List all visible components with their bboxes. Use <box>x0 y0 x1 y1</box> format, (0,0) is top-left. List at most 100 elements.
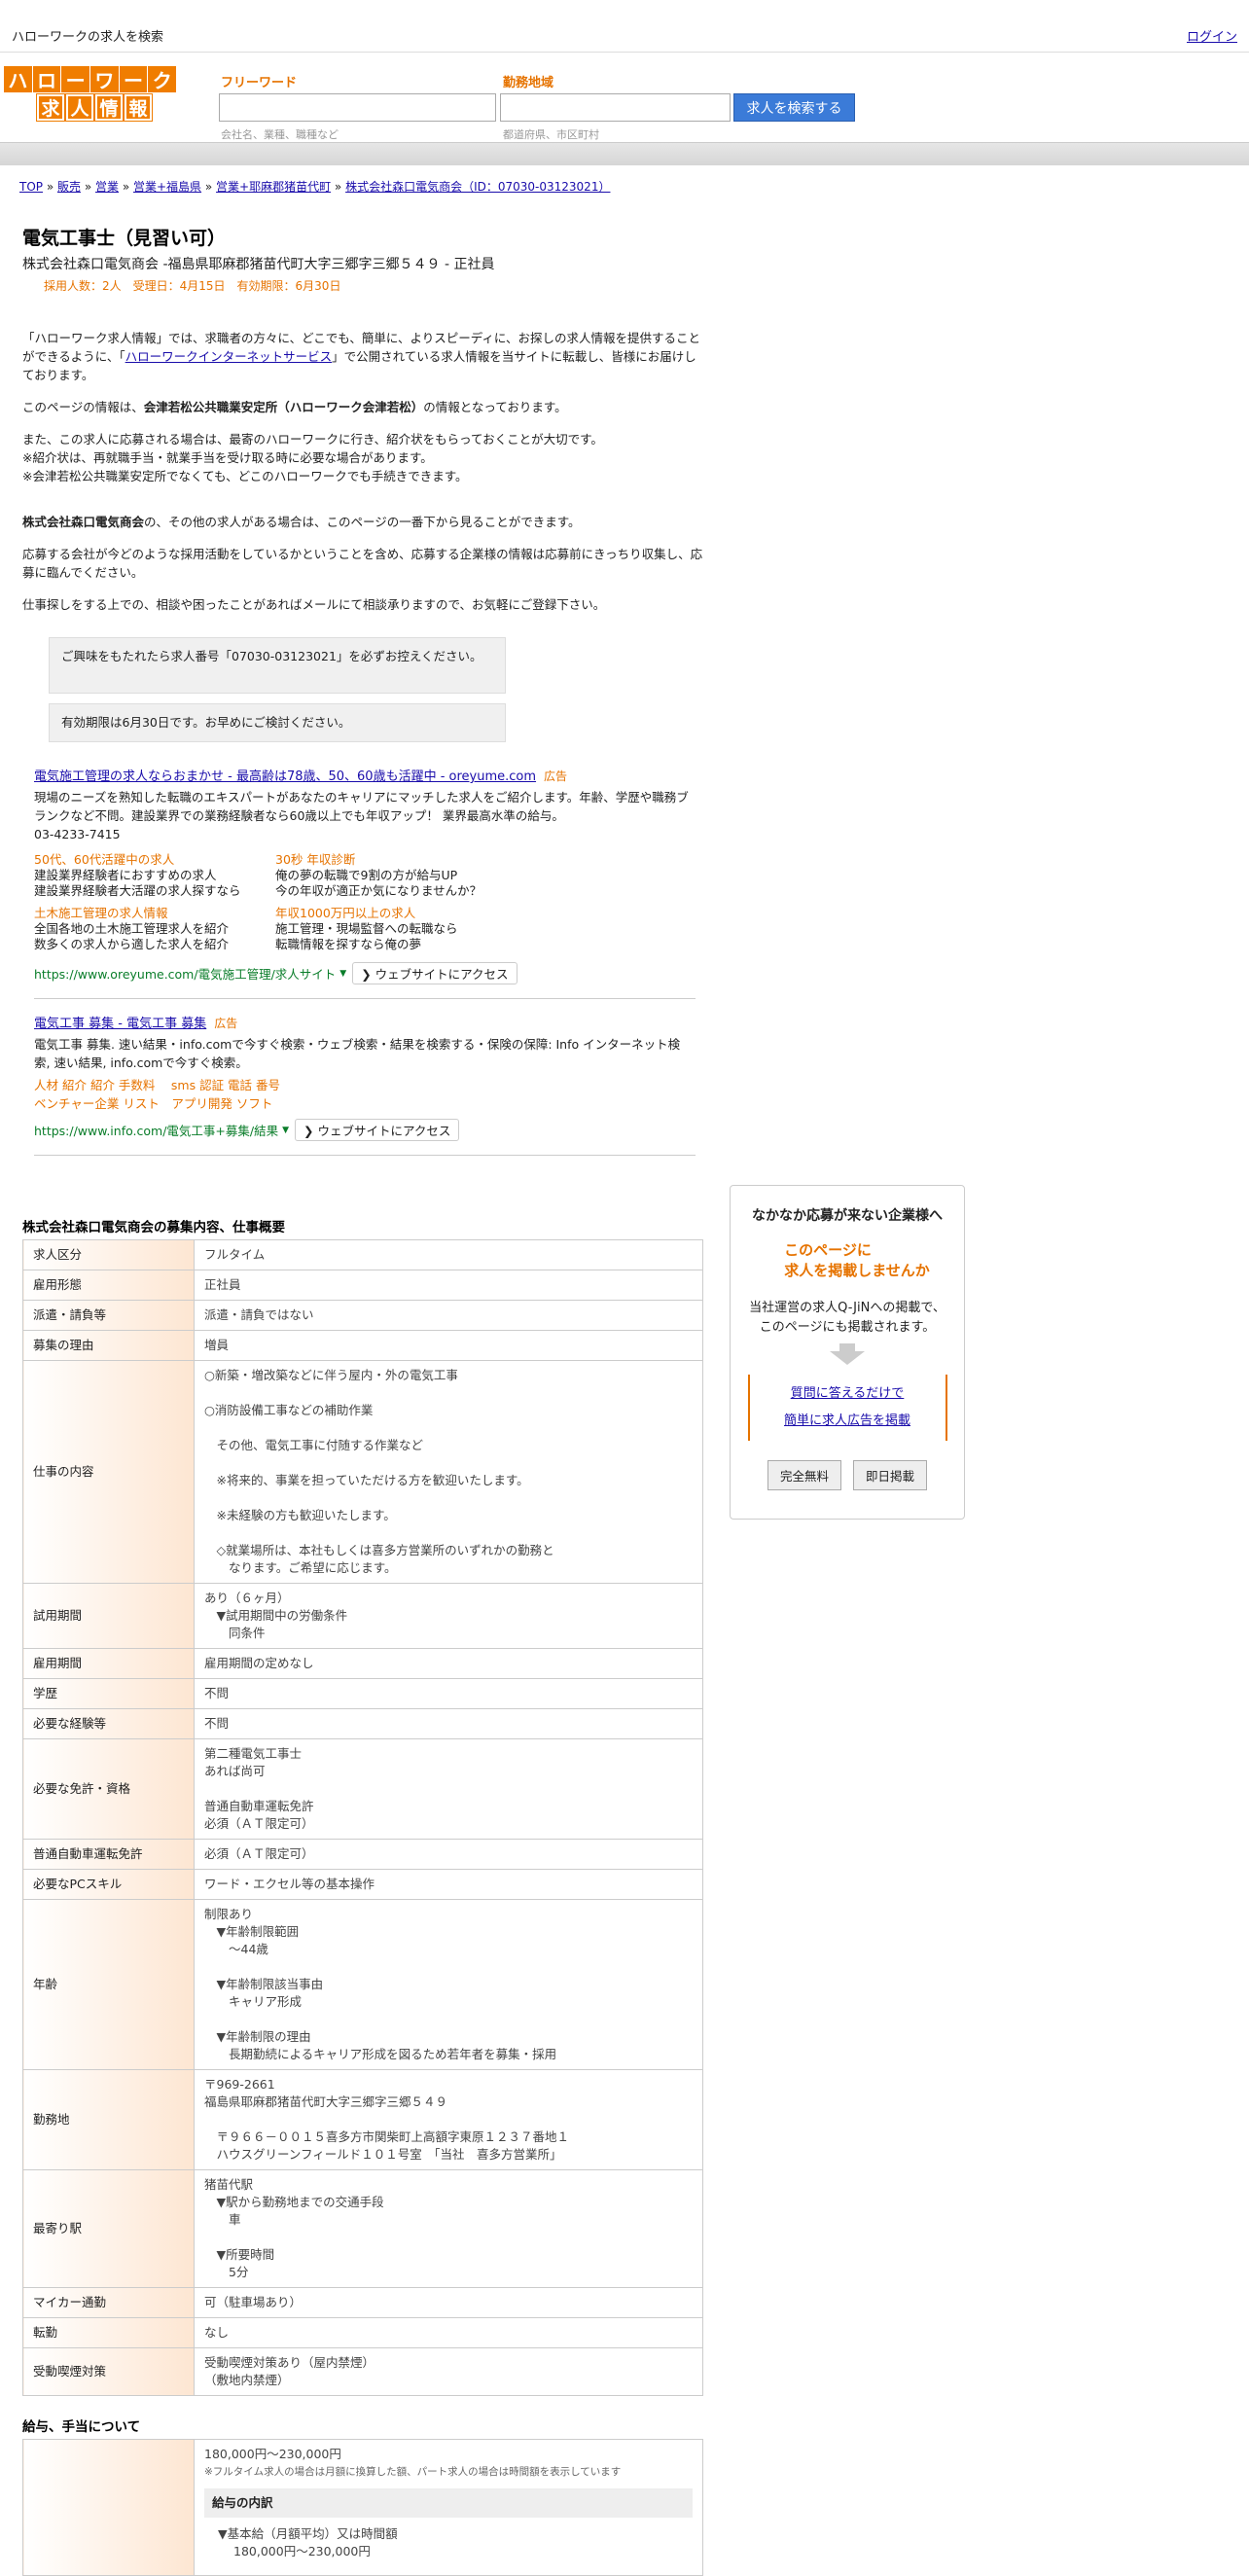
row-value: ○新築・増改築などに伴う屋内・外の電気工事 ○消防設備工事などの補助作業 その他… <box>194 1360 703 1584</box>
breadcrumb-item[interactable]: 営業 <box>95 180 119 194</box>
logo-tile: 情 <box>94 93 124 122</box>
ad-sitelink[interactable]: 年収1000万円以上の求人 施工管理・現場監督への転職なら 転職情報を探すなら俺の夢 <box>275 903 567 952</box>
promo-text: 当社運営の求人Q-JiNへの掲載で、 このページにも掲載されます。 <box>749 1301 946 1335</box>
pay-breakdown-title: 給与の内訳 <box>204 2488 693 2518</box>
breadcrumb-item[interactable]: 株式会社森口電気商会（ID：07030-03123021） <box>345 180 610 194</box>
ad-badge: 広告 <box>544 769 568 783</box>
area-input[interactable] <box>500 93 731 122</box>
breadcrumb: TOP » 販売 » 営業 » 営業+福島県 » 営業+耶麻郡猪苗代町 » 株式… <box>19 178 610 195</box>
login-link[interactable]: ログイン <box>1187 26 1237 45</box>
row-value: 制限あり ▼年齢制限範囲 〜44歳 ▼年齢制限該当事由 キャリア形成 ▼年齢制限… <box>194 1899 703 2070</box>
row-label: 年齢 <box>22 1899 195 2070</box>
breadcrumb-item[interactable]: TOP <box>19 180 43 194</box>
table-row: 必要なPCスキル ワード・エクセル等の基本操作 <box>22 1869 703 1900</box>
ad-url[interactable]: https://www.info.com/電気工事+募集/結果 ▼ ❯ ウェブサイト… <box>34 1119 696 1141</box>
ad-phone[interactable]: 03-4233-7415 <box>34 825 696 843</box>
ad-links[interactable]: 人材 紹介 紹介 手数料 sms 認証 電話 番号 ベンチャー企業 リスト アプ… <box>34 1076 696 1113</box>
row-label: 雇用形態 <box>22 1270 195 1301</box>
expiry-notice: 有効期限は6月30日です。お早めにご検討ください。 <box>49 703 506 742</box>
arrow-down-icon <box>830 1351 865 1365</box>
ad-title-link[interactable]: 電気工事 募集 - 電気工事 募集 <box>34 1017 206 1031</box>
freeword-input[interactable] <box>219 93 496 122</box>
table-row: 派遣・請負等 派遣・請負ではない <box>22 1300 703 1331</box>
breadcrumb-separator: » <box>43 180 57 194</box>
row-value: ワード・エクセル等の基本操作 <box>194 1869 703 1900</box>
table-row: 受動喫煙対策 受動喫煙対策あり（屋内禁煙） （敷地内禁煙） <box>22 2347 703 2396</box>
ad-block-1: 電気施工管理の求人ならおまかせ - 最高齢は78歳、50、60歳も活躍中 - o… <box>34 766 696 999</box>
ad-body: 電気工事 募集. 速い結果・info.comで今すぐ検索・ウェブ検索・結果を検索… <box>34 1037 681 1070</box>
logo-tile: ワ <box>90 66 119 92</box>
row-label: 必要な免許・資格 <box>22 1738 195 1840</box>
hellowork-internet-link[interactable]: ハローワークインターネットサービス <box>125 349 333 364</box>
pay-value-cell: 180,000円〜230,000円 ※フルタイム求人の場合は月額に換算した額、パ… <box>194 2439 703 2576</box>
row-label: 必要なPCスキル <box>22 1869 195 1900</box>
ad-sitelink[interactable]: 30秒 年収診断 俺の夢の転職で9割の方が給与UP 今の年収が適正か気になりませんか… <box>275 849 567 899</box>
row-value: 必須（ＡＴ限定可） <box>194 1839 703 1870</box>
table-row: 最寄り駅 猪苗代駅 ▼駅から勤務地までの交通手段 車 ▼所要時間 5分 <box>22 2169 703 2288</box>
arrow-down-icon <box>839 1343 855 1351</box>
pay-range: 180,000円〜230,000円 <box>204 2447 341 2461</box>
logo-tile: ー <box>61 66 90 92</box>
other-jobs-paragraph: 株式会社森口電気商会の、その他の求人がある場合は、このページの一番下から見ること… <box>22 515 581 529</box>
visit-website-button[interactable]: ❯ ウェブサイトにアクセス <box>295 1119 460 1141</box>
logo-tile: ク <box>148 66 177 92</box>
ad-sitelink[interactable]: 土木施工管理の求人情報 全国各地の土木施工管理求人を紹介 数多くの求人から適した求人… <box>34 903 275 952</box>
search-button[interactable]: 求人を検索する <box>733 93 855 122</box>
table-row: 勤務地 〒969-2661 福島県耶麻郡猪苗代町大字三郷字三郷５４９ 〒９６６－０… <box>22 2069 703 2170</box>
row-value: 〒969-2661 福島県耶麻郡猪苗代町大字三郷字三郷５４９ 〒９６６－００１５… <box>194 2069 703 2170</box>
ad-title-link[interactable]: 電気施工管理の求人ならおまかせ - 最高齢は78歳、50、60歳も活躍中 - o… <box>34 769 536 784</box>
freeword-label: フリーワード <box>221 76 298 90</box>
promo-links: 質問に答えるだけで 簡単に求人広告を掲載 <box>747 1375 947 1441</box>
ad-sitelinks: 50代、60代活躍中の求人 建設業界経験者におすすめの求人 建設業界経験者大活躍の求… <box>34 849 696 956</box>
ad-url[interactable]: https://www.oreyume.com/電気施工管理/求人サイト ▼ ❯ ウ… <box>34 962 696 984</box>
row-value: あり（６ヶ月） ▼試用期間中の労働条件 同条件 <box>194 1583 703 1649</box>
table-row: 年齢 制限あり ▼年齢制限範囲 〜44歳 ▼年齢制限該当事由 キャリア形成 ▼年齢… <box>22 1899 703 2070</box>
pay-table: 180,000円〜230,000円 ※フルタイム求人の場合は月額に換算した額、パ… <box>22 2439 703 2576</box>
row-label: 募集の理由 <box>22 1330 195 1361</box>
breadcrumb-separator: » <box>119 180 133 194</box>
row-value: なし <box>194 2317 703 2348</box>
breadcrumb-separator: » <box>201 180 217 194</box>
breadcrumb-item[interactable]: 販売 <box>57 180 81 194</box>
logo-tile: 人 <box>65 93 94 122</box>
row-value: 正社員 <box>194 1270 703 1301</box>
table-row: 試用期間 あり（６ヶ月） ▼試用期間中の労働条件 同条件 <box>22 1583 703 1649</box>
row-label: 求人区分 <box>22 1239 195 1270</box>
promo-link-post-ad[interactable]: 簡単に求人広告を掲載 <box>784 1413 910 1428</box>
area-label: 勤務地域 <box>503 76 554 90</box>
main-content: 電気工事士（見習い可） 株式会社森口電気商会 -福島県耶麻郡猪苗代町大字三郷字三… <box>22 224 703 2576</box>
row-label: 最寄り駅 <box>22 2169 195 2288</box>
same-day-button[interactable]: 即日掲載 <box>853 1460 928 1490</box>
free-button[interactable]: 完全無料 <box>767 1460 841 1490</box>
promo-title: なかなか応募が来ない企業様へ <box>752 1208 943 1224</box>
apply-advice-paragraph: 応募する会社が今どのような採用活動をしているかということを含め、応募する企業様の… <box>22 547 703 580</box>
row-value: 猪苗代駅 ▼駅から勤務地までの交通手段 車 ▼所要時間 5分 <box>194 2169 703 2288</box>
ad-badge: 広告 <box>214 1017 238 1030</box>
intro-paragraph: 「ハローワーク求人情報」では、求職者の方々に、どこでも、簡単に、よりスピーディに… <box>22 331 701 382</box>
area-hint: 都道府県、市区町村 <box>503 128 599 141</box>
row-label: 試用期間 <box>22 1583 195 1649</box>
logo-tile: ハ <box>4 66 32 92</box>
header-divider-band <box>0 142 1249 165</box>
ad-sitelink[interactable]: 50代、60代活躍中の求人 建設業界経験者におすすめの求人 建設業界経験者大活躍の求… <box>34 849 275 899</box>
promo-link-questions[interactable]: 質問に答えるだけで <box>791 1386 905 1401</box>
site-logo[interactable]: ハローワーク 求人情報 <box>4 66 177 123</box>
breadcrumb-item[interactable]: 営業+耶麻郡猪苗代町 <box>216 180 331 194</box>
row-label: 雇用期間 <box>22 1648 195 1679</box>
ad-block-2: 電気工事 募集 - 電気工事 募集 広告 電気工事 募集. 速い結果・info.c… <box>34 1013 696 1156</box>
table-row: 必要な経験等 不問 <box>22 1708 703 1739</box>
company-line: 株式会社森口電気商会 -福島県耶麻郡猪苗代町大字三郷字三郷５４９ - 正社員 <box>22 257 495 272</box>
table-row: 普通自動車運転免許 必須（ＡＴ限定可） <box>22 1839 703 1870</box>
row-value: 派遣・請負ではない <box>194 1300 703 1331</box>
job-number-notice: ご興味をもたれたら求人番号「07030-03123021」を必ずお控えください。 <box>49 637 506 694</box>
table-row: 必要な免許・資格 第二種電気工事士 あれば尚可 普通自動車運転免許 必須（ＡＴ限定… <box>22 1738 703 1840</box>
promo-headline: このページに 求人を掲載しませんか <box>784 1241 930 1279</box>
pay-note: ※フルタイム求人の場合は月額に換算した額、パート求人の場合は時間額を表示していま… <box>204 2466 622 2478</box>
row-value: フルタイム <box>194 1239 703 1270</box>
visit-website-button[interactable]: ❯ ウェブサイトにアクセス <box>352 962 517 984</box>
row-label: 学歴 <box>22 1678 195 1709</box>
job-title: 電気工事士（見習い可） <box>22 228 227 249</box>
breadcrumb-item[interactable]: 営業+福島県 <box>133 180 201 194</box>
row-label: 受動喫煙対策 <box>22 2347 195 2396</box>
row-value: 雇用期間の定めなし <box>194 1648 703 1679</box>
